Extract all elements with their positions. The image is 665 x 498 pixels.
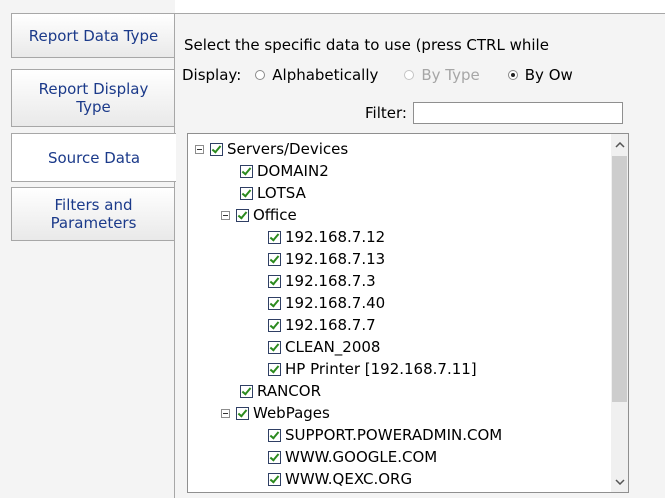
tree-node-label: 192.168.7.40 [285, 294, 386, 312]
tree-node-domain2[interactable]: DOMAIN2 [240, 160, 329, 182]
tree-node-label: 192.168.7.13 [285, 250, 386, 268]
instruction-text: Select the specific data to use (press C… [184, 36, 549, 54]
collapse-icon[interactable] [195, 144, 204, 154]
tab-report-data-type[interactable]: Report Data Type [11, 13, 175, 58]
filter-input[interactable] [412, 102, 623, 124]
tree-node-label: 192.168.7.7 [285, 316, 376, 334]
checkbox-checked-icon[interactable] [268, 318, 281, 332]
tree-node-label: SUPPORT.POWERADMIN.COM [285, 426, 503, 444]
radio-label: By Ow [524, 66, 573, 84]
tree-node-label: 192.168.7.12 [285, 228, 386, 246]
tree-node-label: HP Printer [192.168.7.11] [285, 360, 477, 378]
tree-node-label: Office [253, 206, 297, 224]
checkbox-checked-icon[interactable] [240, 186, 253, 200]
tree-node-lotsa[interactable]: LOTSA [240, 182, 306, 204]
radio-label: By Type [421, 66, 480, 84]
tree-node-webpage[interactable]: WWW.GOOGLE.COM [268, 446, 437, 468]
collapse-icon[interactable] [221, 408, 230, 418]
checkbox-checked-icon[interactable] [268, 340, 281, 354]
tree-node-webpage[interactable]: WWW.QEXC.ORG [268, 468, 412, 490]
tab-source-data[interactable]: Source Data [11, 133, 176, 182]
checkbox-checked-icon[interactable] [268, 296, 281, 310]
filter-row: Filter: [365, 102, 623, 124]
tab-label: Report Data Type [28, 26, 159, 45]
tree-node-servers-devices[interactable]: Servers/Devices [195, 138, 348, 160]
tab-label: Filters and Parameters [50, 196, 137, 232]
chevron-down-icon[interactable] [611, 473, 628, 490]
tree-node-label: CLEAN_2008 [285, 338, 381, 356]
tab-filters-and-parameters[interactable]: Filters and Parameters [11, 187, 175, 241]
checkbox-checked-icon[interactable] [268, 428, 281, 442]
checkbox-checked-icon[interactable] [240, 164, 253, 178]
checkbox-checked-icon[interactable] [236, 208, 249, 222]
checkbox-checked-icon[interactable] [268, 450, 281, 464]
radio-button-icon [255, 70, 266, 80]
tree-node-clean-2008[interactable]: CLEAN_2008 [268, 336, 380, 358]
tree-node-label: WebPages [253, 404, 330, 422]
tree-node-label: Servers/Devices [227, 140, 349, 158]
display-options: Display: Alphabetically By Type By Ow [182, 66, 573, 84]
tree-node-label: DOMAIN2 [257, 162, 329, 180]
checkbox-checked-icon[interactable] [210, 142, 223, 156]
radio-label: Alphabetically [272, 66, 379, 84]
tree-node-label: RANCOR [257, 382, 321, 400]
tab-label: Report Display Type [38, 80, 149, 116]
tree-node-office[interactable]: Office [221, 204, 297, 226]
tree-node-ip[interactable]: 192.168.7.40 [268, 292, 385, 314]
tab-strip: Report Data Type Report Display Type Sou… [0, 0, 176, 498]
tree-node-label: LOTSA [257, 184, 306, 202]
checkbox-checked-icon[interactable] [240, 384, 253, 398]
tree-node-ip[interactable]: 192.168.7.12 [268, 226, 385, 248]
tree-node-webpage[interactable]: SUPPORT.POWERADMIN.COM [268, 424, 502, 446]
scrollbar-thumb[interactable] [612, 156, 627, 402]
radio-button-selected-icon [507, 70, 518, 80]
display-label: Display: [182, 66, 242, 84]
filter-label: Filter: [365, 104, 407, 122]
radio-by-owner[interactable]: By Ow [507, 66, 573, 84]
tree-node-hp-printer[interactable]: HP Printer [192.168.7.11] [268, 358, 477, 380]
tree-node-ip[interactable]: 192.168.7.3 [268, 270, 376, 292]
checkbox-checked-icon[interactable] [268, 472, 281, 486]
chevron-up-icon[interactable] [611, 136, 628, 153]
tree-node-rancor[interactable]: RANCOR [240, 380, 321, 402]
source-tree: Servers/Devices DOMAIN2 LOTSA Office 192… [187, 133, 629, 493]
radio-alphabetically[interactable]: Alphabetically [255, 66, 378, 84]
tree-node-label: WWW.GOOGLE.COM [285, 448, 438, 466]
tab-report-display-type[interactable]: Report Display Type [11, 69, 175, 127]
checkbox-checked-icon[interactable] [268, 252, 281, 266]
checkbox-checked-icon[interactable] [268, 230, 281, 244]
tree-scrollbar[interactable] [611, 134, 628, 492]
tab-label: Source Data [47, 148, 141, 167]
checkbox-checked-icon[interactable] [268, 362, 281, 376]
tree-node-label: WWW.QEXC.ORG [285, 470, 413, 488]
checkbox-checked-icon[interactable] [268, 274, 281, 288]
tree-node-webpages[interactable]: WebPages [221, 402, 330, 424]
tree-node-label: 192.168.7.3 [285, 272, 376, 290]
tree-node-ip[interactable]: 192.168.7.7 [268, 314, 376, 336]
source-data-panel: Select the specific data to use (press C… [174, 13, 665, 498]
radio-button-icon [404, 70, 415, 80]
tree-node-ip[interactable]: 192.168.7.13 [268, 248, 385, 270]
checkbox-checked-icon[interactable] [236, 406, 249, 420]
radio-by-type[interactable]: By Type [404, 66, 480, 84]
collapse-icon[interactable] [221, 210, 230, 220]
